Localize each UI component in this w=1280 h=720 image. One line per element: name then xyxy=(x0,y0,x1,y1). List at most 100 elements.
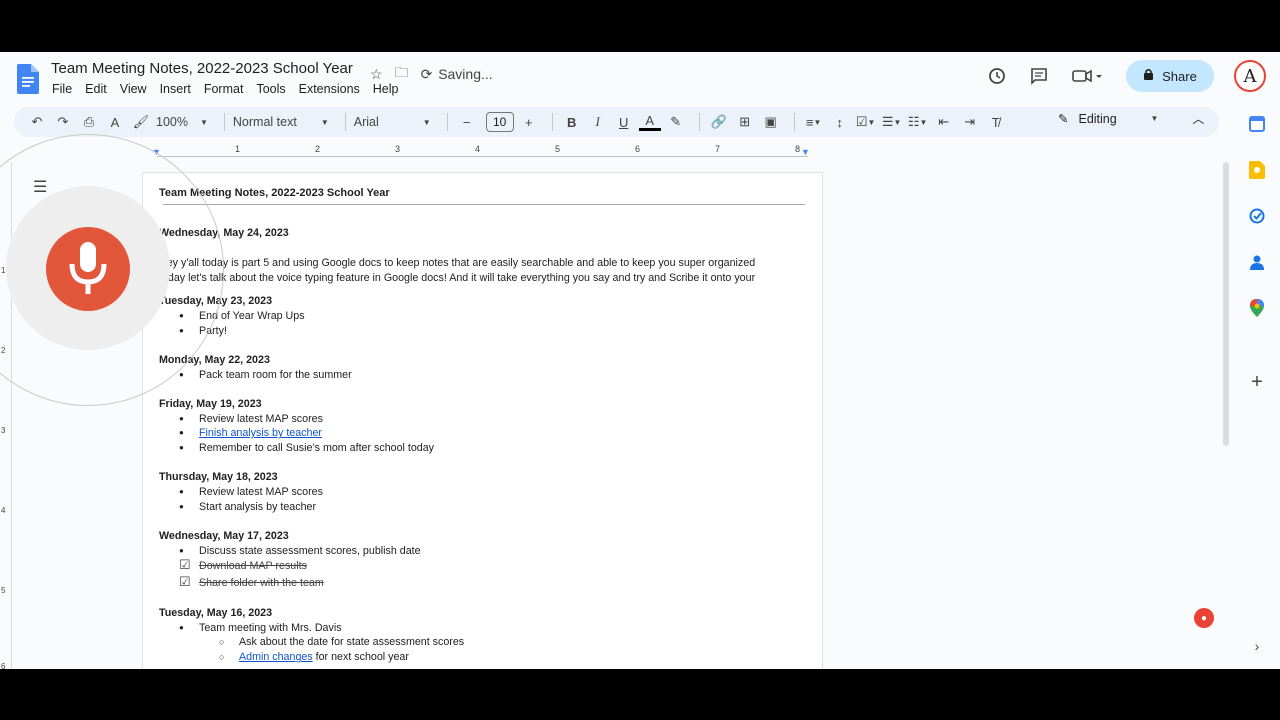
sub-list-item-text: for next school year xyxy=(312,651,409,664)
font-value: Arial xyxy=(353,115,379,129)
entry-date: Thursday, May 18, 2023 xyxy=(159,471,278,484)
right-margin-marker-icon[interactable]: ▼ xyxy=(801,147,810,157)
version-history-icon[interactable] xyxy=(986,65,1008,87)
decrease-indent-icon[interactable]: ⇤ xyxy=(933,110,955,134)
google-docs-window: Team Meeting Notes, 2022-2023 School Yea… xyxy=(0,52,1280,669)
add-addon-icon[interactable]: + xyxy=(1247,371,1267,393)
voice-typing-mic-button[interactable] xyxy=(46,227,130,311)
list-item: Party! xyxy=(159,324,809,339)
italic-icon[interactable]: I xyxy=(587,110,609,134)
toolbar-divider xyxy=(223,113,225,131)
add-comment-icon[interactable]: ⊞ xyxy=(734,110,756,134)
voice-typed-paragraph: Hey y'all today is part 5 and using Goog… xyxy=(159,256,799,285)
checklist-icon[interactable]: ☑ ▼ xyxy=(855,110,877,134)
star-icon[interactable]: ☆ xyxy=(370,66,383,83)
line-spacing-icon[interactable]: ↕ xyxy=(829,110,851,134)
numbered-list-icon[interactable]: ☷ ▼ xyxy=(907,110,929,134)
ruler-mark: 1 xyxy=(235,144,241,154)
share-label: Share xyxy=(1162,68,1197,84)
share-button[interactable]: Share xyxy=(1126,60,1214,92)
doc-link[interactable]: Admin changes xyxy=(239,651,313,663)
menu-format[interactable]: Format xyxy=(204,82,244,96)
underline-icon[interactable]: U xyxy=(613,110,635,134)
font-select[interactable]: Arial ▼ xyxy=(354,115,431,129)
bulleted-list-icon[interactable]: ☰ ▼ xyxy=(881,110,903,134)
contacts-icon[interactable] xyxy=(1247,252,1267,272)
menu-help[interactable]: Help xyxy=(373,82,399,96)
toolbar-divider xyxy=(698,113,700,131)
menu-tools[interactable]: Tools xyxy=(256,82,285,96)
docs-logo-icon[interactable] xyxy=(17,64,39,94)
paint-format-icon[interactable]: 🖌 xyxy=(130,110,152,134)
document-title[interactable]: Team Meeting Notes, 2022-2023 School Yea… xyxy=(51,60,353,77)
style-value: Normal text xyxy=(232,115,297,129)
toolbar-divider xyxy=(793,113,795,131)
ruler-mark: 4 xyxy=(1,506,6,515)
menu-edit[interactable]: Edit xyxy=(85,82,107,96)
insert-image-icon[interactable]: ▣ xyxy=(760,110,782,134)
entry-date: Monday, May 22, 2023 xyxy=(159,353,270,366)
calendar-icon[interactable] xyxy=(1247,114,1267,134)
hide-menus-icon[interactable]: ︿ xyxy=(1192,110,1204,127)
menu-view[interactable]: View xyxy=(120,82,147,96)
horizontal-rule xyxy=(163,204,805,205)
toolbar-divider xyxy=(551,113,553,131)
vertical-scrollbar[interactable] xyxy=(1223,162,1229,446)
zoom-select[interactable]: 100% ▼ xyxy=(156,115,208,129)
menu-insert[interactable]: Insert xyxy=(160,82,191,96)
increase-indent-icon[interactable]: ⇥ xyxy=(959,110,981,134)
menu-extensions[interactable]: Extensions xyxy=(299,82,360,96)
increase-font-size-icon[interactable]: + xyxy=(518,110,540,134)
chevron-down-icon: ▼ xyxy=(1150,114,1159,123)
chevron-down-icon: ▼ xyxy=(422,117,431,127)
entry-date: Tuesday, May 16, 2023 xyxy=(159,606,273,619)
horizontal-ruler[interactable]: ▼ ▼ 1 2 3 4 5 6 7 8 xyxy=(0,144,1219,158)
menu-file[interactable]: File xyxy=(52,82,72,96)
maps-icon[interactable] xyxy=(1247,298,1267,318)
list-item: Finish analysis by teacher xyxy=(159,426,809,441)
tasks-icon[interactable] xyxy=(1247,206,1267,226)
style-select[interactable]: Normal text ▼ xyxy=(233,115,329,129)
chevron-right-icon[interactable]: › xyxy=(1247,636,1267,656)
doc-link[interactable]: Finish analysis by teacher xyxy=(199,427,322,439)
comments-icon[interactable] xyxy=(1028,65,1050,87)
decrease-font-size-icon[interactable]: − xyxy=(456,110,478,134)
paragraph-line: Hey y'all today is part 5 and using Goog… xyxy=(159,257,756,269)
saving-status: ⟳ Saving... xyxy=(420,65,493,82)
editing-mode-label: Editing xyxy=(1078,111,1117,126)
entry-date: Wednesday, May 17, 2023 xyxy=(159,529,289,542)
ruler-mark: 3 xyxy=(395,144,401,154)
undo-icon[interactable]: ↶ xyxy=(26,110,48,134)
ruler-mark: 7 xyxy=(715,144,721,154)
document-body[interactable]: Team Meeting Notes, 2022-2023 School Yea… xyxy=(159,187,809,665)
toolbar-divider xyxy=(446,113,448,131)
entry-date: Wednesday, May 24, 2023 xyxy=(159,227,289,239)
text-color-icon[interactable]: A xyxy=(638,113,661,131)
meet-camera-icon[interactable] xyxy=(1070,65,1104,87)
keep-icon[interactable] xyxy=(1247,160,1267,180)
bold-icon[interactable]: B xyxy=(561,110,583,134)
sync-icon: ⟳ xyxy=(420,65,433,82)
spellcheck-icon[interactable]: A xyxy=(104,110,126,134)
lock-icon xyxy=(1143,68,1154,84)
font-size-input[interactable]: 10 xyxy=(485,112,514,132)
highlight-icon[interactable]: ✎ xyxy=(665,110,687,134)
assistant-badge-icon[interactable]: ● xyxy=(1194,608,1214,628)
link-icon[interactable]: 🔗 xyxy=(708,110,730,134)
letterbox-bottom xyxy=(0,669,1280,720)
align-icon[interactable]: ≡ ▼ xyxy=(803,110,825,134)
ruler-mark: 5 xyxy=(1,586,6,595)
entry-date: Friday, May 19, 2023 xyxy=(159,397,262,410)
print-icon[interactable]: ⎙ xyxy=(78,110,100,134)
checklist-item-done[interactable]: Download MAP results xyxy=(159,557,809,575)
clear-formatting-icon[interactable]: T̸ xyxy=(985,110,1007,134)
document-page[interactable]: Team Meeting Notes, 2022-2023 School Yea… xyxy=(142,172,823,669)
editing-mode-select[interactable]: ✎ Editing ▼ ︿ xyxy=(1058,110,1204,127)
checklist-item-done[interactable]: Share folder with the team xyxy=(159,574,809,592)
ruler-mark: 3 xyxy=(1,426,6,435)
redo-icon[interactable]: ↷ xyxy=(52,110,74,134)
document-outline-icon[interactable]: ☰ xyxy=(33,177,47,197)
pencil-icon: ✎ xyxy=(1058,112,1069,126)
list-item: Start analysis by teacher xyxy=(159,500,809,515)
toolbar-divider xyxy=(344,113,346,131)
